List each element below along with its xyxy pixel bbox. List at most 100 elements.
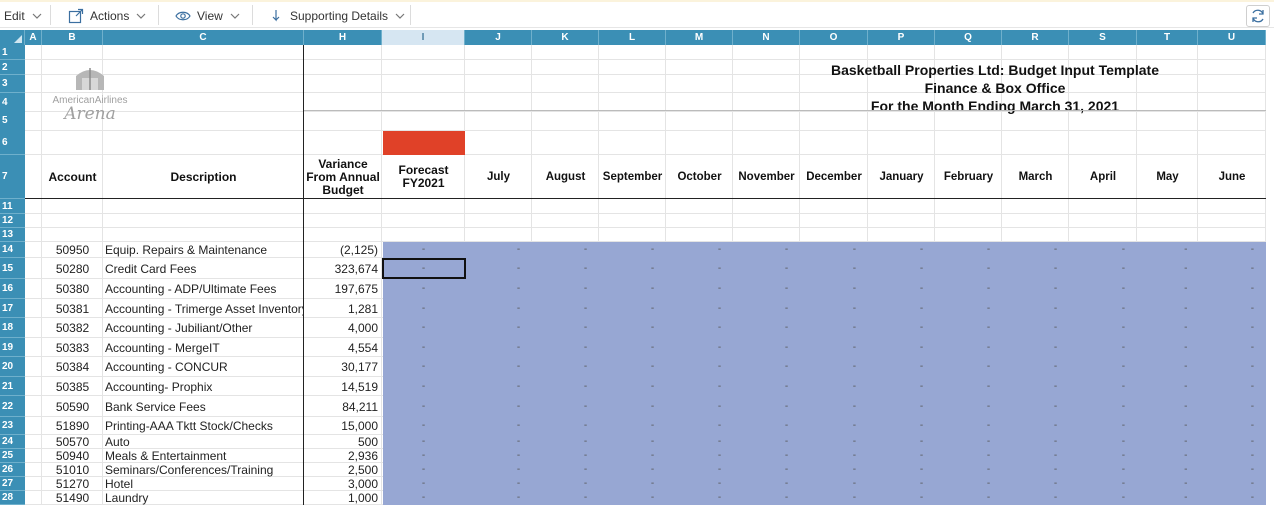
grid-cell[interactable] xyxy=(1198,45,1266,60)
grid-cell[interactable] xyxy=(465,199,532,214)
grid-cell[interactable] xyxy=(1137,228,1198,242)
grid-cell[interactable] xyxy=(1198,199,1266,214)
account-cell[interactable]: 51010 xyxy=(42,463,103,477)
month-value[interactable]: - xyxy=(1195,342,1274,354)
grid-cell[interactable] xyxy=(599,75,666,93)
grid-cell[interactable] xyxy=(733,199,800,214)
variance-cell[interactable]: 15,000 xyxy=(304,417,378,435)
month-value[interactable]: - xyxy=(1195,361,1274,373)
variance-cell[interactable]: 1,281 xyxy=(304,299,378,318)
description-cell[interactable]: Credit Card Fees xyxy=(103,258,304,279)
grid-cell[interactable] xyxy=(800,214,868,228)
description-cell[interactable]: Bank Service Fees xyxy=(103,396,304,417)
grid-cell[interactable] xyxy=(42,130,103,155)
account-cell[interactable]: 50570 xyxy=(42,435,103,449)
grid-cell[interactable] xyxy=(304,130,382,155)
grid-cell[interactable] xyxy=(304,60,382,75)
grid-cell[interactable] xyxy=(25,357,42,377)
grid-cell[interactable] xyxy=(1198,130,1266,155)
grid-cell[interactable] xyxy=(800,228,868,242)
forecast-value[interactable]: - xyxy=(382,322,465,334)
column-header-t[interactable]: T xyxy=(1137,30,1198,45)
grid-cell[interactable] xyxy=(304,75,382,93)
forecast-value[interactable]: - xyxy=(382,478,465,490)
grid-cell[interactable] xyxy=(868,111,935,131)
account-cell[interactable]: 50382 xyxy=(42,318,103,338)
row-header-13[interactable]: 13 xyxy=(0,228,25,242)
column-header-h[interactable]: H xyxy=(304,30,382,45)
month-value[interactable]: - xyxy=(1195,464,1274,476)
grid-cell[interactable] xyxy=(935,199,1002,214)
grid-cell[interactable] xyxy=(1137,45,1198,60)
row-header-17[interactable]: 17 xyxy=(0,299,25,318)
grid-cell[interactable] xyxy=(868,130,935,155)
grid-cell[interactable] xyxy=(304,45,382,60)
grid-cell[interactable] xyxy=(25,60,42,75)
grid-cell[interactable] xyxy=(1002,130,1069,155)
grid-cell[interactable] xyxy=(42,214,103,228)
grid-cell[interactable] xyxy=(532,45,599,60)
grid-cell[interactable] xyxy=(599,111,666,131)
grid-cell[interactable] xyxy=(1002,214,1069,228)
grid-cell[interactable] xyxy=(532,130,599,155)
grid-cell[interactable] xyxy=(733,130,800,155)
row-header-3[interactable]: 3 xyxy=(0,75,25,93)
grid-cell[interactable] xyxy=(103,130,304,155)
row-header-16[interactable]: 16 xyxy=(0,279,25,299)
grid-cell[interactable] xyxy=(25,396,42,417)
variance-cell[interactable]: 3,000 xyxy=(304,477,378,491)
account-cell[interactable]: 51890 xyxy=(42,417,103,435)
column-header-q[interactable]: Q xyxy=(935,30,1002,45)
grid-cell[interactable] xyxy=(733,45,800,60)
grid-cell[interactable] xyxy=(25,93,42,112)
grid-cell[interactable] xyxy=(103,45,304,60)
row-header-28[interactable]: 28 xyxy=(0,491,25,505)
column-header-k[interactable]: K xyxy=(532,30,599,45)
grid-cell[interactable] xyxy=(103,228,304,242)
grid-cell[interactable] xyxy=(42,45,103,60)
grid-cell[interactable] xyxy=(304,111,382,131)
refresh-button[interactable] xyxy=(1246,5,1270,27)
month-value[interactable]: - xyxy=(1195,322,1274,334)
forecast-value[interactable]: - xyxy=(382,381,465,393)
description-cell[interactable]: Equip. Repairs & Maintenance xyxy=(103,242,304,258)
grid-cell[interactable] xyxy=(666,228,733,242)
row-header-19[interactable]: 19 xyxy=(0,338,25,357)
row-header-14[interactable]: 14 xyxy=(0,242,25,258)
column-header-l[interactable]: L xyxy=(599,30,666,45)
grid-cell[interactable] xyxy=(1002,45,1069,60)
description-cell[interactable]: Accounting - ADP/Ultimate Fees xyxy=(103,279,304,299)
grid-cell[interactable] xyxy=(935,228,1002,242)
grid-cell[interactable] xyxy=(465,130,532,155)
grid-cell[interactable] xyxy=(25,491,42,505)
grid-cell[interactable] xyxy=(25,199,42,214)
account-cell[interactable]: 51490 xyxy=(42,491,103,505)
row-header-26[interactable]: 26 xyxy=(0,463,25,477)
grid-cell[interactable] xyxy=(599,45,666,60)
variance-cell[interactable]: 2,936 xyxy=(304,449,378,463)
grid-cell[interactable] xyxy=(666,75,733,93)
grid-cell[interactable] xyxy=(733,228,800,242)
forecast-value[interactable]: - xyxy=(382,464,465,476)
row-header-12[interactable]: 12 xyxy=(0,214,25,228)
row-header-7[interactable]: 7 xyxy=(0,155,25,199)
select-all-corner[interactable] xyxy=(0,30,25,45)
grid-cell[interactable] xyxy=(868,199,935,214)
grid-cell[interactable] xyxy=(532,60,599,75)
row-header-11[interactable]: 11 xyxy=(0,199,25,214)
grid-cell[interactable] xyxy=(465,45,532,60)
row-header-5[interactable]: 5 xyxy=(0,111,25,131)
variance-cell[interactable]: 4,554 xyxy=(304,338,378,357)
column-header-b[interactable]: B xyxy=(42,30,103,45)
column-header-r[interactable]: R xyxy=(1002,30,1069,45)
actions-menu[interactable]: Actions xyxy=(68,5,147,27)
column-header-j[interactable]: J xyxy=(465,30,532,45)
grid-cell[interactable] xyxy=(25,417,42,435)
month-value[interactable]: - xyxy=(1195,303,1274,315)
grid-cell[interactable] xyxy=(599,199,666,214)
grid-cell[interactable] xyxy=(25,435,42,449)
column-header-m[interactable]: M xyxy=(666,30,733,45)
grid-cell[interactable] xyxy=(1069,130,1137,155)
row-header-22[interactable]: 22 xyxy=(0,396,25,417)
column-header-s[interactable]: S xyxy=(1069,30,1137,45)
